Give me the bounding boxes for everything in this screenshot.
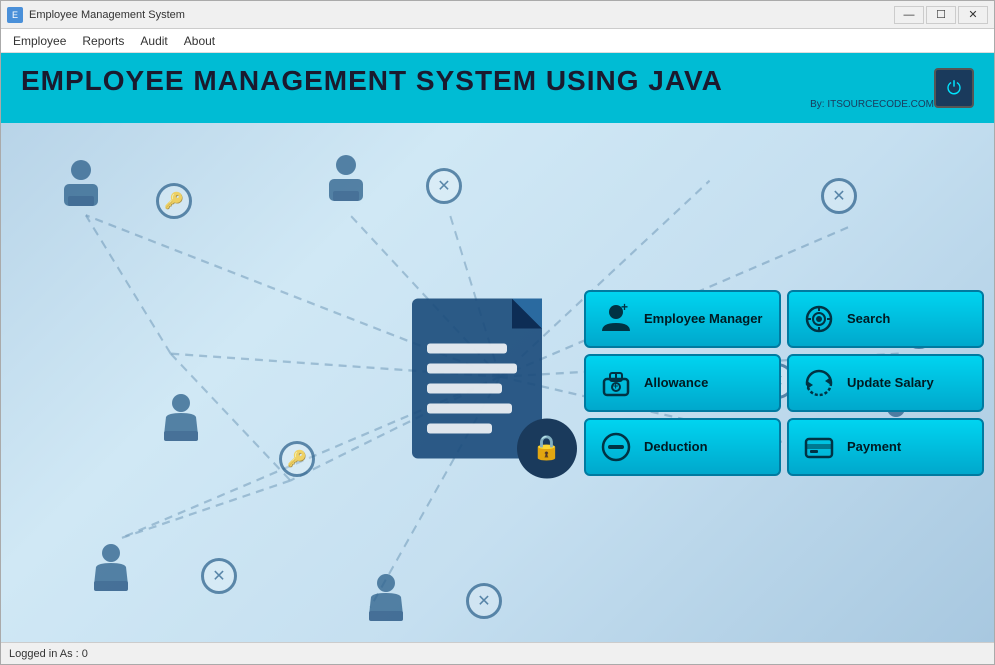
payment-icon bbox=[801, 429, 837, 465]
menu-item-audit[interactable]: Audit bbox=[132, 32, 175, 50]
title-bar: E Employee Management System — ☐ ✕ bbox=[1, 1, 994, 29]
payment-label: Payment bbox=[847, 439, 901, 454]
menu-item-about[interactable]: About bbox=[176, 32, 223, 50]
app-title: EMPLOYEE MANAGEMENT SYSTEM USING JAVA bbox=[21, 66, 934, 97]
node-x-1: ✕ bbox=[426, 168, 462, 204]
maximize-button[interactable]: ☐ bbox=[926, 6, 956, 24]
node-x-2: ✕ bbox=[821, 178, 857, 214]
employee-manager-label: Employee Manager bbox=[644, 311, 763, 326]
window-controls: — ☐ ✕ bbox=[894, 6, 988, 24]
search-icon bbox=[801, 301, 837, 337]
lock-badge: 🔒 bbox=[517, 418, 577, 478]
node-person-5 bbox=[361, 573, 411, 633]
app-subtitle: By: ITSOURCECODE.COM bbox=[21, 99, 934, 110]
node-key-1: 🔑 bbox=[156, 183, 192, 219]
search-button[interactable]: Search bbox=[787, 290, 984, 348]
button-row-1: + Employee Manager bbox=[584, 290, 984, 348]
svg-text:+: + bbox=[621, 303, 628, 314]
power-button[interactable]: ⏻ bbox=[934, 68, 974, 108]
update-salary-label: Update Salary bbox=[847, 375, 934, 390]
window-title: Employee Management System bbox=[29, 9, 894, 21]
allowance-icon: + bbox=[598, 365, 634, 401]
employee-manager-button[interactable]: + Employee Manager bbox=[584, 290, 781, 348]
payment-button[interactable]: Payment bbox=[787, 418, 984, 476]
node-key-2: 🔑 bbox=[279, 441, 315, 477]
close-button[interactable]: ✕ bbox=[958, 6, 988, 24]
button-row-3: Deduction Payment bbox=[584, 418, 984, 476]
svg-text:+: + bbox=[613, 381, 618, 391]
search-label: Search bbox=[847, 311, 890, 326]
allowance-button[interactable]: + Allowance bbox=[584, 354, 781, 412]
update-salary-icon bbox=[801, 365, 837, 401]
menu-item-employee[interactable]: Employee bbox=[5, 32, 74, 50]
deduction-button[interactable]: Deduction bbox=[584, 418, 781, 476]
minimize-button[interactable]: — bbox=[894, 6, 924, 24]
app-icon: E bbox=[7, 7, 23, 23]
node-x-6: ✕ bbox=[466, 583, 502, 619]
main-window: E Employee Management System — ☐ ✕ Emplo… bbox=[0, 0, 995, 665]
update-salary-button[interactable]: Update Salary bbox=[787, 354, 984, 412]
button-row-2: + Allowance Update Salary bbox=[584, 354, 984, 412]
status-text: Logged in As : 0 bbox=[9, 648, 88, 660]
node-person-2 bbox=[321, 153, 371, 213]
employee-manager-icon: + bbox=[598, 301, 634, 337]
node-x-5: ✕ bbox=[201, 558, 237, 594]
node-person-3 bbox=[156, 393, 206, 453]
node-person-4 bbox=[86, 543, 136, 603]
header-title-block: EMPLOYEE MANAGEMENT SYSTEM USING JAVA By… bbox=[21, 66, 934, 110]
app-header: EMPLOYEE MANAGEMENT SYSTEM USING JAVA By… bbox=[1, 53, 994, 123]
deduction-icon bbox=[598, 429, 634, 465]
main-area: .dline { stroke: #2a5f8a; stroke-width: … bbox=[1, 123, 994, 642]
menu-item-reports[interactable]: Reports bbox=[74, 32, 132, 50]
action-panel: + Employee Manager bbox=[574, 280, 994, 486]
allowance-label: Allowance bbox=[644, 375, 708, 390]
central-document: 🔒 bbox=[402, 278, 562, 468]
deduction-label: Deduction bbox=[644, 439, 708, 454]
status-bar: Logged in As : 0 bbox=[1, 642, 994, 664]
menu-bar: Employee Reports Audit About bbox=[1, 29, 994, 53]
node-person-1 bbox=[56, 158, 106, 218]
